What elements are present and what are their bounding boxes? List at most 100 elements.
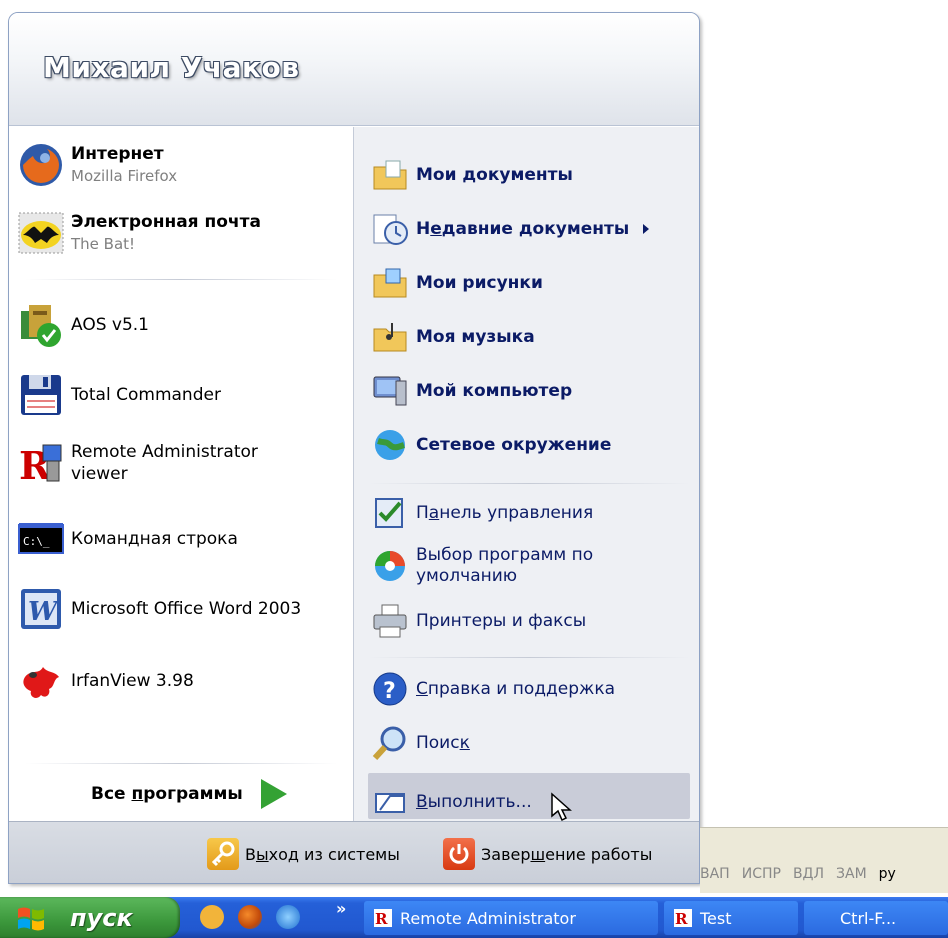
label-part: правка и поддержка xyxy=(427,678,616,699)
task-ctrl-f[interactable]: Ctrl-F... xyxy=(804,901,948,935)
recent-program-irfanview[interactable]: IrfanView 3.98 xyxy=(17,657,347,705)
help-icon: ? xyxy=(372,671,408,707)
taskbar: пуск » R Remote Administrator R Test Ctr… xyxy=(0,897,948,938)
label-accelerator: к xyxy=(459,732,470,753)
printers-item[interactable]: Принтеры и факсы xyxy=(372,603,698,639)
command-prompt-icon: C:\_ xyxy=(17,515,65,563)
label-part: Все xyxy=(91,784,132,804)
irfanview-icon xyxy=(17,657,65,705)
recent-documents-item[interactable]: Недавние документы xyxy=(372,211,698,247)
my-music-item[interactable]: Моя музыка xyxy=(372,319,698,355)
shutdown-label: Завершение работы xyxy=(481,845,652,864)
label-part: давние документы xyxy=(441,218,630,239)
my-documents-item[interactable]: Мои документы xyxy=(372,157,698,193)
pictures-folder-icon xyxy=(372,265,408,301)
label-part: ыполнить... xyxy=(427,791,532,812)
documents-folder-icon xyxy=(372,157,408,193)
label-accelerator: ы xyxy=(255,844,269,864)
label-accelerator: В xyxy=(416,791,428,812)
pinned-internet[interactable]: Интернет Mozilla Firefox xyxy=(17,141,347,189)
quick-launch-ie-icon[interactable] xyxy=(276,905,300,929)
control-panel-item[interactable]: Панель управления xyxy=(372,495,698,531)
submenu-arrow-icon xyxy=(643,224,650,234)
firefox-icon xyxy=(17,141,65,189)
my-computer-item[interactable]: Мой компьютер xyxy=(372,373,698,409)
search-item[interactable]: Поиск xyxy=(372,725,698,761)
separator xyxy=(368,657,690,658)
quick-launch-more-button[interactable]: » xyxy=(336,899,346,918)
item-label: Выбор программ по умолчанию xyxy=(416,545,593,587)
separator xyxy=(25,279,337,280)
pinned-internet-subtitle: Mozilla Firefox xyxy=(71,167,178,185)
label-accelerator: п xyxy=(131,784,144,804)
left-column: Интернет Mozilla Firefox Электронная почт… xyxy=(9,127,353,821)
recent-program-label: IrfanView 3.98 xyxy=(71,671,194,691)
start-menu-header: Михаил Учаков xyxy=(9,13,699,126)
recent-program-word[interactable]: W Microsoft Office Word 2003 xyxy=(17,585,347,633)
recent-program-radmin[interactable]: R Remote Administrator viewer xyxy=(17,439,347,488)
default-programs-icon xyxy=(372,548,408,584)
recent-program-label: Total Commander xyxy=(71,385,221,405)
quick-launch-firefox-icon[interactable] xyxy=(238,905,262,929)
label-accelerator: е xyxy=(430,218,442,239)
svg-text:C:\_: C:\_ xyxy=(23,535,50,548)
item-label: Мои рисунки xyxy=(416,272,543,293)
user-name: Михаил Учаков xyxy=(43,51,300,84)
label-accelerator: ш xyxy=(530,844,546,864)
task-remote-administrator[interactable]: R Remote Administrator xyxy=(364,901,658,935)
green-arrow-icon xyxy=(260,779,287,809)
power-icon xyxy=(443,838,475,870)
help-item[interactable]: ? Справка и поддержка xyxy=(372,671,698,707)
network-item[interactable]: Сетевое окружение xyxy=(372,427,698,463)
search-icon xyxy=(372,725,408,761)
start-label: пуск xyxy=(70,903,133,932)
right-column: Мои документы Недавние документы Мои рис… xyxy=(353,127,699,822)
item-label: Панель управления xyxy=(416,503,593,524)
run-item[interactable]: Выполнить... xyxy=(372,778,698,826)
start-menu-footer: Выход из системы Завершение работы xyxy=(9,821,699,883)
pinned-email-title: Электронная почта xyxy=(71,212,261,232)
printer-icon xyxy=(372,603,408,639)
status-indicator: ВАП xyxy=(700,866,730,882)
task-label: Test xyxy=(700,908,732,928)
separator xyxy=(368,483,690,484)
task-test[interactable]: R Test xyxy=(664,901,798,935)
pinned-internet-title: Интернет xyxy=(71,144,164,164)
recent-program-total-commander[interactable]: Total Commander xyxy=(17,371,347,419)
pinned-email[interactable]: Электронная почта The Bat! xyxy=(17,209,347,257)
music-folder-icon xyxy=(372,319,408,355)
separator xyxy=(25,763,337,764)
radmin-icon: R xyxy=(374,909,392,928)
run-icon xyxy=(372,784,408,820)
label-part: П xyxy=(416,502,429,523)
all-programs-button[interactable]: Все программы xyxy=(91,779,287,809)
label-part: Поис xyxy=(416,732,460,753)
quick-launch-mail-icon[interactable] xyxy=(200,905,224,929)
label-part: Н xyxy=(416,218,431,239)
svg-text:R: R xyxy=(675,910,688,927)
label-part: Завер xyxy=(481,844,531,864)
label-line: умолчанию xyxy=(416,566,518,586)
start-button[interactable]: пуск xyxy=(0,897,180,938)
task-label: Remote Administrator xyxy=(400,908,576,928)
default-programs-item[interactable]: Выбор программ по умолчанию xyxy=(372,545,698,587)
status-indicator: ИСПР xyxy=(741,866,781,882)
my-pictures-item[interactable]: Мои рисунки xyxy=(372,265,698,301)
status-indicator: ВДЛ xyxy=(792,866,825,882)
item-label: Моя музыка xyxy=(416,326,535,347)
status-indicator: ЗАМ xyxy=(836,866,867,882)
aos-icon xyxy=(17,301,65,349)
the-bat-icon xyxy=(17,209,65,257)
label-part: ение работы xyxy=(545,844,653,864)
item-label: Выполнить... xyxy=(416,792,532,813)
label-accelerator: С xyxy=(416,678,428,699)
network-globe-icon xyxy=(372,427,408,463)
start-menu: Михаил Учаков Интернет Mozilla Firefox Эл… xyxy=(8,12,700,884)
recent-program-aos[interactable]: AOS v5.1 xyxy=(17,301,347,349)
logoff-button[interactable]: Выход из системы xyxy=(207,838,400,870)
shutdown-button[interactable]: Завершение работы xyxy=(443,838,652,870)
status-indicator-lang: ру xyxy=(878,866,896,882)
label-part: рограммы xyxy=(143,784,243,804)
item-label: Справка и поддержка xyxy=(416,679,615,700)
recent-program-cmd[interactable]: C:\_ Командная строка xyxy=(17,515,347,563)
